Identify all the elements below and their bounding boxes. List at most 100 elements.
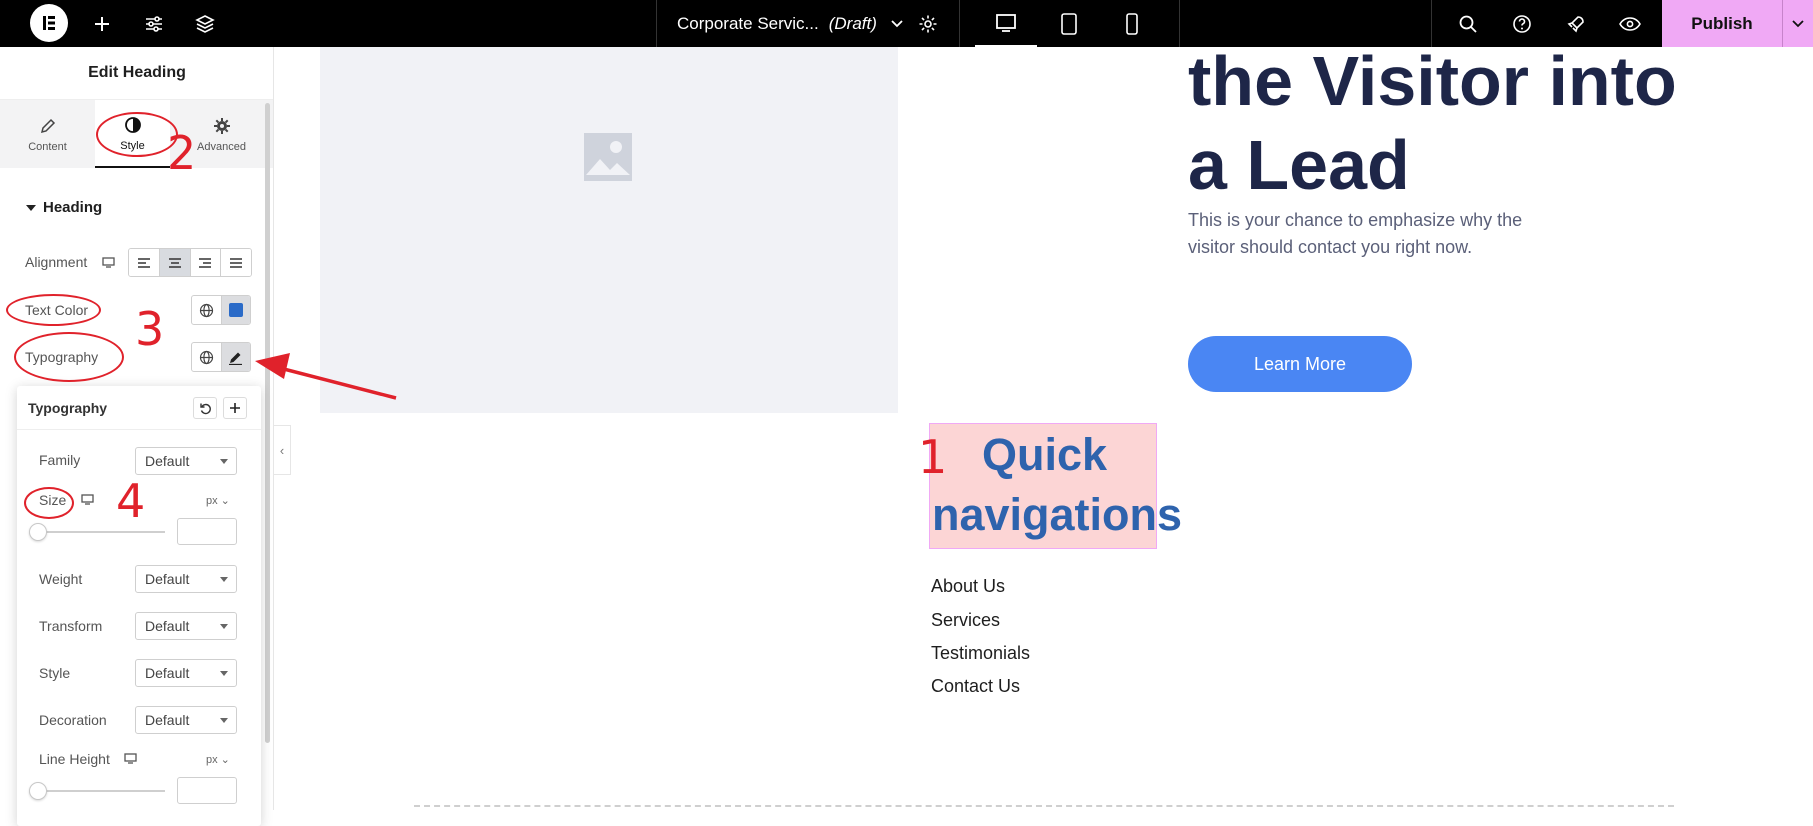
line-height-unit-value: px bbox=[206, 754, 218, 766]
line-height-unit-select[interactable]: px ⌄ bbox=[206, 753, 230, 766]
gear-icon bbox=[213, 115, 231, 137]
family-select[interactable]: Default bbox=[135, 447, 237, 475]
text-color-picker[interactable] bbox=[221, 296, 250, 324]
image-placeholder[interactable] bbox=[320, 47, 898, 413]
reset-typography-button[interactable] bbox=[193, 397, 217, 419]
caret-down-icon bbox=[220, 577, 228, 582]
panel-scrollbar[interactable] bbox=[265, 103, 270, 743]
hero-text[interactable]: This is your chance to emphasize why the… bbox=[1188, 207, 1538, 261]
selected-heading-line: Quick bbox=[982, 429, 1108, 480]
image-icon bbox=[584, 133, 632, 181]
selected-heading-line: navigations bbox=[932, 489, 1183, 540]
weight-value: Default bbox=[145, 571, 190, 587]
responsive-mode-bar bbox=[960, 0, 1180, 47]
align-left-icon bbox=[137, 257, 150, 268]
global-fonts-button[interactable] bbox=[192, 343, 222, 371]
preview-button[interactable] bbox=[1614, 0, 1646, 47]
page-settings-button[interactable] bbox=[912, 0, 944, 47]
globe-icon bbox=[199, 303, 213, 317]
chevron-down-icon bbox=[1792, 19, 1804, 27]
section-heading-toggle[interactable]: Heading bbox=[26, 199, 102, 216]
chevron-left-icon: ‹ bbox=[279, 442, 285, 458]
weight-select[interactable]: Default bbox=[135, 565, 237, 593]
edit-typography-button[interactable] bbox=[221, 343, 250, 371]
reset-icon bbox=[199, 403, 211, 414]
align-left-button[interactable] bbox=[129, 249, 160, 276]
search-button[interactable] bbox=[1452, 0, 1484, 47]
collapse-panel-button[interactable]: ‹ bbox=[274, 425, 291, 475]
typography-popover: Typography Family Default Size px ⌄ Weig… bbox=[17, 386, 261, 826]
sliders-icon bbox=[146, 15, 162, 32]
document-title: Corporate Servic... bbox=[677, 13, 819, 33]
tab-content[interactable]: Content bbox=[10, 100, 85, 168]
rocket-icon bbox=[1567, 15, 1584, 32]
size-input[interactable] bbox=[177, 518, 237, 545]
add-element-button[interactable] bbox=[86, 0, 118, 47]
hero-heading-line: the Visitor into bbox=[1188, 47, 1677, 120]
transform-value: Default bbox=[145, 618, 190, 634]
section-heading-label: Heading bbox=[43, 199, 103, 216]
selected-heading[interactable]: Quick navigations bbox=[932, 425, 1182, 545]
annotation-number: 3 bbox=[135, 302, 165, 356]
family-label: Family bbox=[39, 452, 81, 468]
size-slider-handle[interactable] bbox=[29, 523, 47, 541]
transform-select[interactable]: Default bbox=[135, 612, 237, 640]
decoration-label: Decoration bbox=[39, 712, 107, 728]
eye-icon bbox=[1619, 16, 1641, 31]
typography-control bbox=[191, 342, 251, 372]
caret-down-icon bbox=[220, 459, 228, 464]
annotation-circle-text-color bbox=[6, 294, 101, 326]
annotation-circle-style-tab bbox=[96, 112, 178, 157]
size-unit-select[interactable]: px ⌄ bbox=[206, 494, 230, 507]
color-swatch bbox=[228, 303, 243, 317]
text-color-control bbox=[191, 295, 251, 325]
elementor-logo-button[interactable] bbox=[30, 4, 68, 42]
align-center-icon bbox=[168, 257, 181, 268]
decoration-select[interactable]: Default bbox=[135, 706, 237, 734]
empty-section-dropzone[interactable] bbox=[414, 805, 1674, 810]
alignment-button-group bbox=[128, 248, 252, 277]
style-label: Style bbox=[39, 665, 71, 681]
structure-button[interactable] bbox=[189, 0, 221, 47]
line-height-slider-track[interactable] bbox=[37, 790, 165, 792]
align-justify-icon bbox=[230, 257, 243, 268]
style-select[interactable]: Default bbox=[135, 659, 237, 687]
align-center-button[interactable] bbox=[159, 249, 191, 276]
nav-link-services[interactable]: Services bbox=[931, 610, 1000, 631]
site-settings-button[interactable] bbox=[138, 0, 170, 47]
desktop-icon[interactable] bbox=[81, 494, 94, 505]
nav-link-testimonials[interactable]: Testimonials bbox=[931, 643, 1030, 664]
plus-icon bbox=[95, 16, 109, 31]
size-slider-track[interactable] bbox=[37, 531, 165, 533]
tab-advanced-label: Advanced bbox=[197, 141, 246, 153]
mobile-view-button[interactable] bbox=[1101, 0, 1163, 47]
desktop-icon[interactable] bbox=[102, 257, 115, 268]
whats-new-button[interactable] bbox=[1560, 0, 1592, 47]
line-height-slider-handle[interactable] bbox=[29, 782, 47, 800]
help-button[interactable] bbox=[1506, 0, 1538, 47]
desktop-view-button[interactable] bbox=[975, 0, 1037, 47]
page-canvas: the Visitor into a Lead This is your cha… bbox=[291, 47, 1813, 810]
tablet-view-button[interactable] bbox=[1038, 0, 1100, 47]
publish-button[interactable]: Publish bbox=[1662, 0, 1782, 47]
add-global-font-button[interactable] bbox=[223, 397, 247, 419]
mobile-icon bbox=[1126, 12, 1138, 35]
document-status: (Draft) bbox=[828, 13, 877, 33]
decoration-value: Default bbox=[145, 712, 190, 728]
style-value: Default bbox=[145, 665, 190, 681]
publish-options-button[interactable] bbox=[1782, 0, 1813, 47]
chevron-down-icon bbox=[891, 19, 903, 27]
nav-link-contact[interactable]: Contact Us bbox=[931, 676, 1020, 697]
nav-link-about[interactable]: About Us bbox=[931, 576, 1005, 597]
desktop-icon[interactable] bbox=[124, 753, 137, 764]
align-right-button[interactable] bbox=[190, 249, 222, 276]
caret-down-icon bbox=[220, 718, 228, 723]
panel-title: Edit Heading bbox=[0, 47, 273, 100]
learn-more-button[interactable]: Learn More bbox=[1188, 336, 1412, 392]
line-height-input[interactable] bbox=[177, 777, 237, 804]
tab-content-label: Content bbox=[28, 141, 67, 153]
hero-heading[interactable]: the Visitor into a Lead bbox=[1188, 47, 1788, 207]
global-colors-button[interactable] bbox=[192, 296, 222, 324]
annotation-arrow-icon bbox=[255, 353, 397, 400]
align-justify-button[interactable] bbox=[221, 249, 251, 276]
